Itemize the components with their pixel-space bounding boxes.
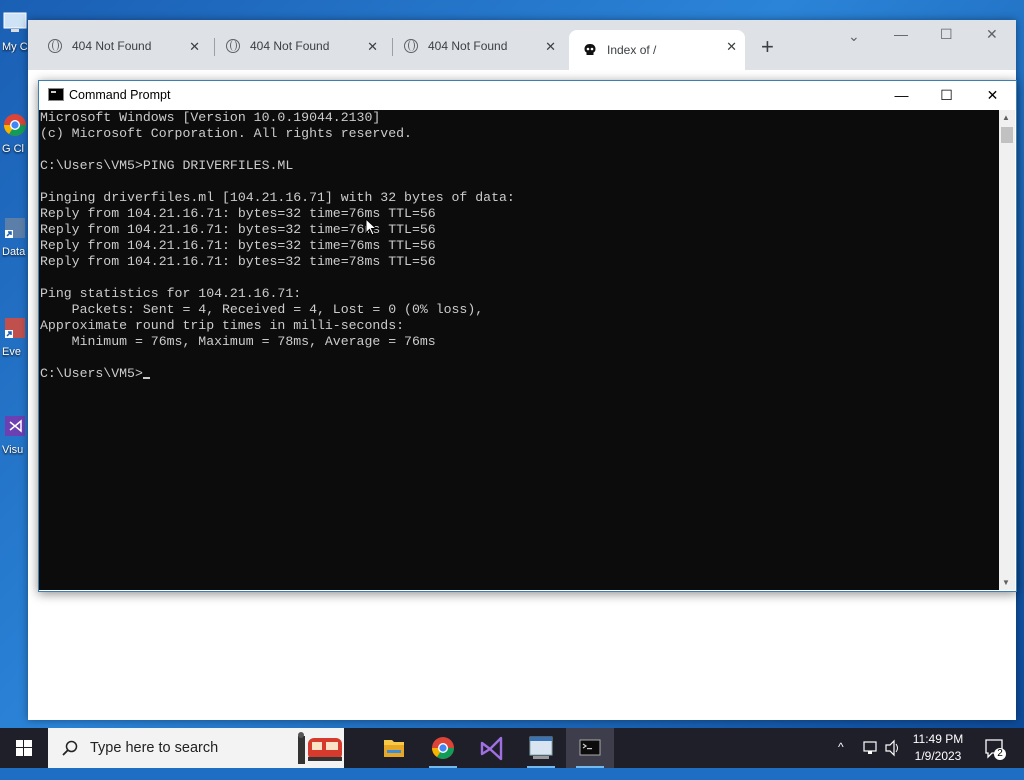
chrome-icon (4, 114, 26, 136)
chrome-icon (432, 737, 454, 759)
taskbar-visual-studio[interactable] (468, 728, 516, 768)
console-output[interactable]: Microsoft Windows [Version 10.0.19044.21… (39, 110, 999, 590)
console-line: Ping statistics for 104.21.16.71: (40, 286, 302, 301)
notification-count-badge: 2 (994, 748, 1006, 760)
taskbar-chrome[interactable] (419, 728, 467, 768)
skull-icon (584, 44, 596, 55)
system-clock[interactable]: 11:49 PM 1/9/2023 (908, 731, 968, 765)
tab-title: 404 Not Found (428, 39, 508, 53)
console-line: (c) Microsoft Corporation. All rights re… (40, 126, 412, 141)
search-icon (62, 740, 78, 756)
visual-studio-icon (5, 416, 25, 436)
tab-close-icon[interactable]: ✕ (545, 39, 556, 55)
console-prompt: C:\Users\VM5> (40, 366, 143, 381)
console-line: Reply from 104.21.16.71: bytes=32 time=7… (40, 206, 436, 221)
scroll-down-icon[interactable]: ▼ (1002, 578, 1010, 587)
show-hidden-icons-chevron-icon[interactable]: ^ (838, 740, 844, 780)
console-line: Packets: Sent = 4, Received = 4, Lost = … (40, 302, 484, 317)
taskbar-file-explorer[interactable] (370, 728, 418, 768)
close-button[interactable]: ✕ (970, 84, 1015, 108)
browser-close-icon[interactable]: ✕ (986, 26, 998, 43)
tab-strip: 404 Not Found ✕ 404 Not Found ✕ 404 Not … (28, 20, 1016, 70)
browser-tab[interactable]: 404 Not Found ✕ (206, 30, 386, 62)
console-line: Reply from 104.21.16.71: bytes=32 time=7… (40, 222, 436, 237)
scrollbar-thumb[interactable] (1001, 127, 1013, 143)
taskbar: Type here to search ^ 11:49 PM 1/9/2023 … (0, 728, 1024, 768)
volume-icon[interactable] (884, 728, 902, 768)
console-line: Minimum = 76ms, Maximum = 78ms, Average … (40, 334, 436, 349)
cmd-icon (579, 739, 601, 756)
visual-studio-icon (480, 736, 503, 761)
taskbar-sql-app[interactable] (517, 728, 565, 768)
console-line: Reply from 104.21.16.71: bytes=32 time=7… (40, 238, 436, 253)
browser-tab[interactable]: 404 Not Found ✕ (28, 30, 208, 62)
vertical-scrollbar[interactable]: ▲ ▼ (999, 110, 1015, 590)
window-title: Command Prompt (69, 88, 171, 102)
new-tab-button[interactable]: + (761, 34, 774, 60)
text-cursor (142, 377, 150, 379)
search-highlight-train-icon (298, 732, 342, 764)
console-line: Reply from 104.21.16.71: bytes=32 time=7… (40, 254, 436, 269)
browser-toolbar (28, 70, 1016, 80)
windows-icon (16, 740, 32, 756)
taskbar-command-prompt[interactable] (566, 728, 614, 768)
console-line: Microsoft Windows [Version 10.0.19044.21… (40, 110, 381, 125)
globe-icon (48, 39, 62, 53)
command-prompt-window: Command Prompt — ☐ ✕ Microsoft Windows [… (38, 80, 1017, 592)
action-center-button[interactable]: 2 (982, 728, 1012, 768)
start-button[interactable] (0, 728, 48, 768)
tab-close-icon[interactable]: ✕ (726, 39, 737, 55)
clock-date: 1/9/2023 (914, 749, 962, 763)
cmd-icon (48, 88, 64, 101)
mouse-pointer-icon (365, 218, 377, 236)
scroll-up-icon[interactable]: ▲ (1002, 113, 1010, 122)
search-placeholder: Type here to search (90, 740, 219, 756)
maximize-button[interactable]: ☐ (924, 84, 969, 108)
taskbar-search-box[interactable]: Type here to search (48, 728, 344, 768)
browser-minimize-icon[interactable]: — (894, 26, 908, 42)
console-prompt-line[interactable]: C:\Users\VM5> (39, 366, 999, 382)
console-line: Approximate round trip times in milli-se… (40, 318, 405, 333)
tab-title: 404 Not Found (250, 39, 330, 53)
console-line: C:\Users\VM5>PING DRIVERFILES.ML (40, 158, 294, 173)
minimize-button[interactable]: — (879, 84, 924, 108)
computer-icon (3, 12, 27, 32)
clock-time: 11:49 PM (912, 732, 964, 746)
console-text: Microsoft Windows [Version 10.0.19044.21… (39, 110, 999, 366)
tab-close-icon[interactable]: ✕ (189, 39, 200, 55)
console-line: Pinging driverfiles.ml [104.21.16.71] wi… (40, 190, 515, 205)
tab-search-icon[interactable]: ⌄ (848, 28, 860, 45)
globe-icon (226, 39, 240, 53)
database-app-icon (529, 736, 553, 759)
tab-title: Index of / (607, 43, 657, 57)
event-viewer-icon (5, 318, 25, 338)
browser-tab-active[interactable]: Index of / ✕ (569, 30, 745, 70)
network-icon[interactable] (862, 728, 880, 768)
browser-maximize-icon[interactable]: ☐ (940, 26, 953, 43)
window-titlebar[interactable]: Command Prompt — ☐ ✕ (39, 81, 1016, 110)
browser-tab[interactable]: 404 Not Found ✕ (384, 30, 564, 62)
folder-icon (384, 740, 404, 757)
tab-title: 404 Not Found (72, 39, 152, 53)
tab-close-icon[interactable]: ✕ (367, 39, 378, 55)
globe-icon (404, 39, 418, 53)
shortcut-icon (5, 218, 25, 238)
